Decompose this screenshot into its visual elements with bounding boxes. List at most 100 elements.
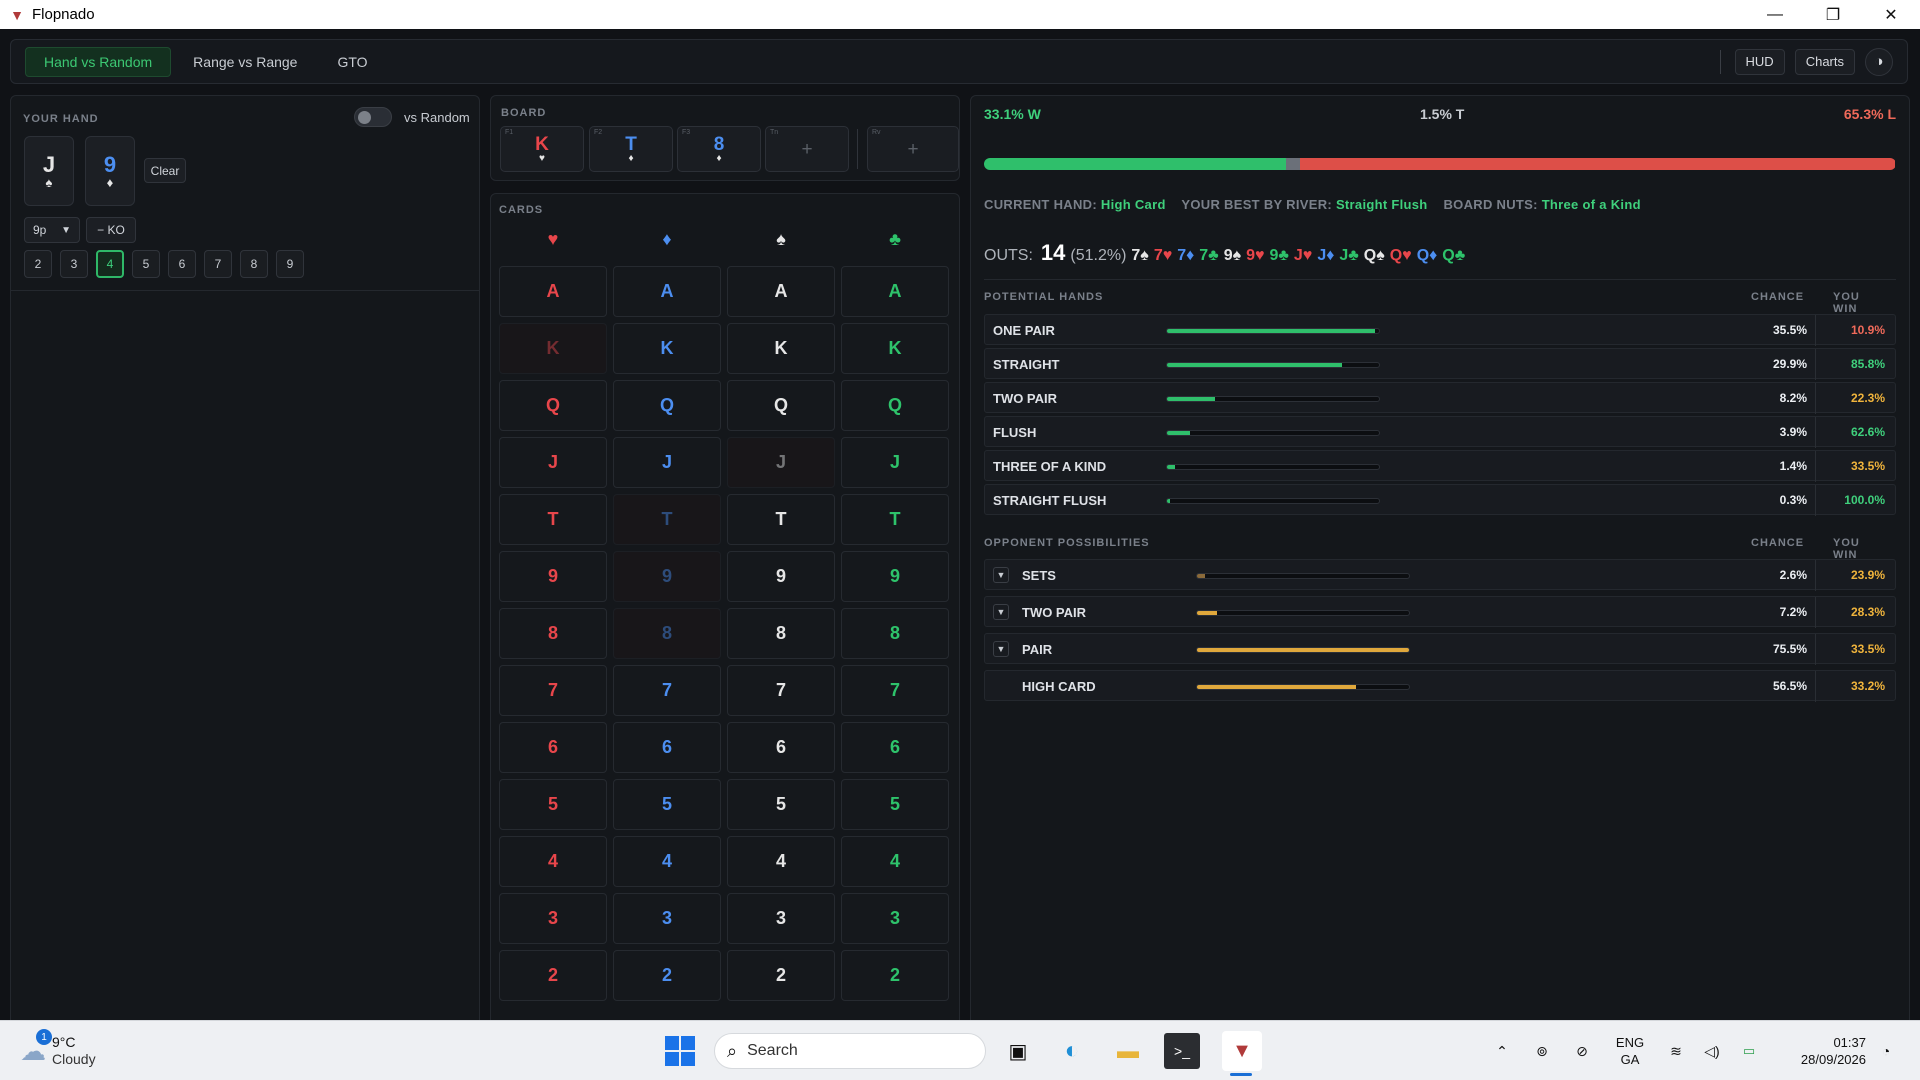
player-count-5[interactable]: 5 <box>132 250 160 278</box>
hand-card-2[interactable]: 9 ♦ <box>85 136 135 206</box>
card-2-heart[interactable]: 2 <box>499 950 607 1001</box>
tab-hand-vs-random[interactable]: Hand vs Random <box>25 46 172 77</box>
opponent-row[interactable]: ▼ TWO PAIR 7.2% 28.3% <box>984 596 1896 628</box>
ko-button[interactable]: − KO <box>86 217 136 243</box>
minimize-button[interactable]: — <box>1746 0 1804 29</box>
card-7-spade[interactable]: 7 <box>727 665 835 716</box>
card-5-heart[interactable]: 5 <box>499 779 607 830</box>
battery-icon[interactable]: ▭ <box>1736 1041 1762 1061</box>
card-T-club[interactable]: T <box>841 494 949 545</box>
card-J-club[interactable]: J <box>841 437 949 488</box>
card-K-diamond[interactable]: K <box>613 323 721 374</box>
card-A-diamond[interactable]: A <box>613 266 721 317</box>
card-7-diamond[interactable]: 7 <box>613 665 721 716</box>
card-J-diamond[interactable]: J <box>613 437 721 488</box>
player-count-9[interactable]: 9 <box>276 250 304 278</box>
card-6-diamond[interactable]: 6 <box>613 722 721 773</box>
expand-chevron-icon[interactable]: ▼ <box>993 604 1009 620</box>
opponent-row[interactable]: ▼ PAIR 75.5% 33.5% <box>984 633 1896 665</box>
card-Q-heart[interactable]: Q <box>499 380 607 431</box>
flopnado-taskbar-icon[interactable]: ▼ <box>1222 1031 1262 1071</box>
onedrive-offline-icon[interactable]: ⊘ <box>1570 1039 1594 1063</box>
tray-chevron-up-icon[interactable]: ⌃ <box>1490 1039 1514 1063</box>
card-2-club[interactable]: 2 <box>841 950 949 1001</box>
card-Q-club[interactable]: Q <box>841 380 949 431</box>
player-count-6[interactable]: 6 <box>168 250 196 278</box>
player-count-8[interactable]: 8 <box>240 250 268 278</box>
card-6-heart[interactable]: 6 <box>499 722 607 773</box>
card-3-club[interactable]: 3 <box>841 893 949 944</box>
tab-range-vs-range[interactable]: Range vs Range <box>175 47 315 77</box>
board-slot-1[interactable]: F1 K ♥ <box>500 126 584 172</box>
card-2-spade[interactable]: 2 <box>727 950 835 1001</box>
player-count-7[interactable]: 7 <box>204 250 232 278</box>
card-3-spade[interactable]: 3 <box>727 893 835 944</box>
copilot-icon[interactable]: ⊚ <box>1530 1039 1554 1063</box>
player-count-3[interactable]: 3 <box>60 250 88 278</box>
card-Q-spade[interactable]: Q <box>727 380 835 431</box>
wifi-icon[interactable]: ≋ <box>1664 1039 1688 1063</box>
theme-toggle-icon[interactable]: ◑ <box>1865 47 1893 76</box>
card-T-diamond[interactable]: T <box>613 494 721 545</box>
card-9-heart[interactable]: 9 <box>499 551 607 602</box>
card-8-diamond[interactable]: 8 <box>613 608 721 659</box>
hud-button[interactable]: HUD <box>1734 48 1785 75</box>
player-count-4[interactable]: 4 <box>96 250 124 278</box>
expand-chevron-icon[interactable]: ▼ <box>993 567 1009 583</box>
card-A-club[interactable]: A <box>841 266 949 317</box>
card-A-spade[interactable]: A <box>727 266 835 317</box>
board-slot-3[interactable]: F3 8 ♦ <box>677 126 761 172</box>
clear-button[interactable]: Clear <box>144 158 186 183</box>
tab-gto[interactable]: GTO <box>319 47 385 77</box>
opponent-row[interactable]: ▼ SETS 2.6% 23.9% <box>984 559 1896 591</box>
card-7-club[interactable]: 7 <box>841 665 949 716</box>
card-9-diamond[interactable]: 9 <box>613 551 721 602</box>
card-4-club[interactable]: 4 <box>841 836 949 887</box>
card-T-spade[interactable]: T <box>727 494 835 545</box>
hand-card-1[interactable]: J ♠ <box>24 136 74 206</box>
card-3-heart[interactable]: 3 <box>499 893 607 944</box>
card-8-club[interactable]: 8 <box>841 608 949 659</box>
card-6-spade[interactable]: 6 <box>727 722 835 773</box>
players-select[interactable]: 9p ▼ <box>24 217 80 243</box>
card-9-club[interactable]: 9 <box>841 551 949 602</box>
card-3-diamond[interactable]: 3 <box>613 893 721 944</box>
language-indicator[interactable]: ENG GA <box>1610 1031 1650 1071</box>
board-slot-5[interactable]: Rv + <box>867 126 959 172</box>
card-4-heart[interactable]: 4 <box>499 836 607 887</box>
card-5-spade[interactable]: 5 <box>727 779 835 830</box>
card-6-club[interactable]: 6 <box>841 722 949 773</box>
volume-icon[interactable]: ◁) <box>1700 1039 1724 1063</box>
board-slot-2[interactable]: F2 T ♦ <box>589 126 673 172</box>
board-slot-4[interactable]: Tn + <box>765 126 849 172</box>
vs-random-toggle[interactable] <box>354 107 392 127</box>
expand-chevron-icon[interactable]: ▼ <box>993 641 1009 657</box>
card-K-spade[interactable]: K <box>727 323 835 374</box>
card-K-heart[interactable]: K <box>499 323 607 374</box>
file-explorer-icon[interactable]: ▬ <box>1110 1033 1146 1069</box>
card-J-spade[interactable]: J <box>727 437 835 488</box>
card-Q-diamond[interactable]: Q <box>613 380 721 431</box>
card-J-heart[interactable]: J <box>499 437 607 488</box>
weather-widget[interactable]: ☁ 1 9°C Cloudy <box>20 1029 96 1073</box>
card-K-club[interactable]: K <box>841 323 949 374</box>
start-button[interactable] <box>664 1035 696 1067</box>
task-view-icon[interactable]: ▣ <box>1000 1033 1036 1069</box>
card-8-heart[interactable]: 8 <box>499 608 607 659</box>
card-4-diamond[interactable]: 4 <box>613 836 721 887</box>
card-2-diamond[interactable]: 2 <box>613 950 721 1001</box>
card-5-diamond[interactable]: 5 <box>613 779 721 830</box>
notifications-icon[interactable]: ◔ <box>1874 1039 1898 1063</box>
close-button[interactable]: ✕ <box>1862 0 1920 29</box>
search-box[interactable]: ⌕ Search <box>714 1033 986 1069</box>
card-T-heart[interactable]: T <box>499 494 607 545</box>
card-5-club[interactable]: 5 <box>841 779 949 830</box>
edge-icon[interactable]: ◐ <box>1054 1033 1090 1069</box>
clock[interactable]: 01:37 28/09/2026 <box>1776 1031 1866 1071</box>
card-9-spade[interactable]: 9 <box>727 551 835 602</box>
card-4-spade[interactable]: 4 <box>727 836 835 887</box>
player-count-2[interactable]: 2 <box>24 250 52 278</box>
charts-button[interactable]: Charts <box>1794 48 1855 75</box>
maximize-button[interactable]: ❐ <box>1804 0 1862 29</box>
terminal-icon[interactable]: >_ <box>1164 1033 1200 1069</box>
